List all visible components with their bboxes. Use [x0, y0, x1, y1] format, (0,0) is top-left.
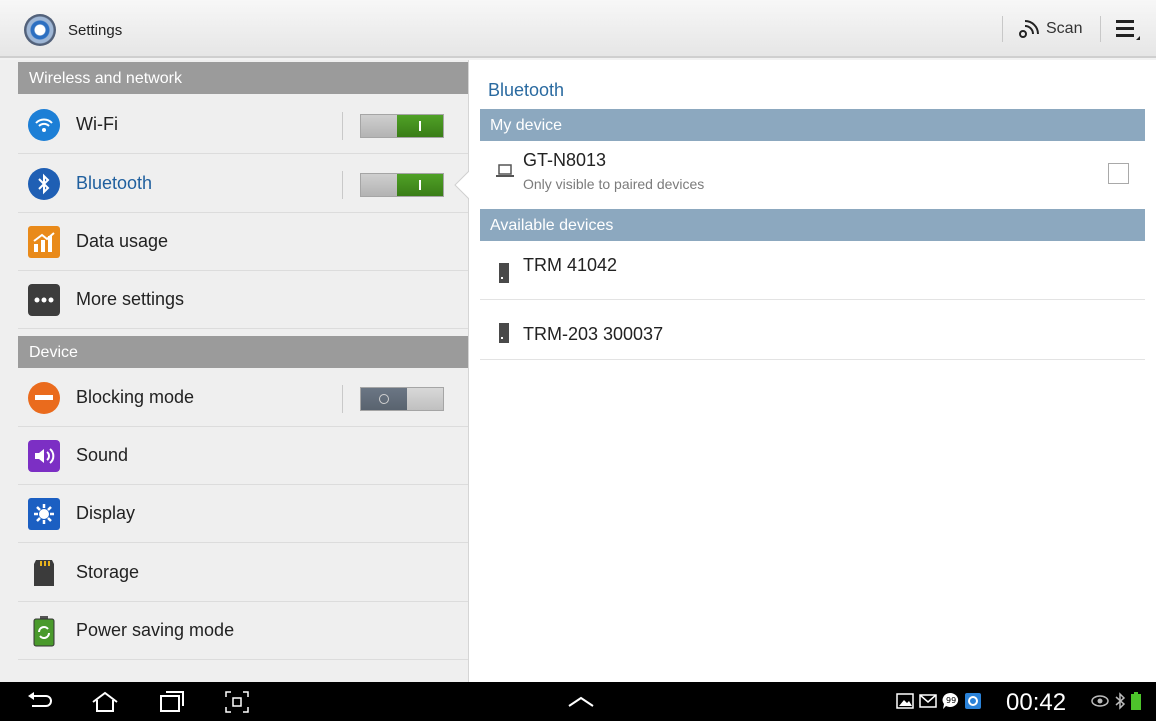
- panel-title: Bluetooth: [488, 80, 565, 100]
- power-saving-icon: [28, 615, 60, 647]
- section-header-device: Device: [18, 336, 468, 368]
- list-item-sound[interactable]: Sound: [18, 427, 468, 485]
- status-clock: 00:42: [1006, 689, 1067, 716]
- storage-icon: [28, 557, 60, 589]
- blocking-mode-toggle[interactable]: [360, 387, 444, 411]
- list-item-blocking-mode[interactable]: Blocking mode: [18, 369, 468, 427]
- action-divider: [1002, 16, 1003, 42]
- device-row-trm-41042[interactable]: TRM 41042: [480, 241, 1145, 300]
- action-divider: [1100, 16, 1101, 42]
- list-item-bluetooth[interactable]: Bluetooth: [18, 155, 468, 213]
- screen-capture-icon: [225, 691, 249, 713]
- device-icon: [499, 323, 509, 343]
- list-item-power-saving[interactable]: Power saving mode: [18, 602, 468, 660]
- app-notification-icon: [965, 693, 981, 709]
- screenshot-button[interactable]: [222, 688, 252, 716]
- list-item-label: Blocking mode: [76, 387, 195, 407]
- device-row-trm-203[interactable]: TRM-203 300037: [480, 300, 1145, 360]
- section-header-wireless: Wireless and network: [18, 62, 468, 94]
- back-button[interactable]: [24, 688, 54, 716]
- device-icon: [499, 263, 509, 283]
- list-item-wifi[interactable]: Wi-Fi: [18, 96, 468, 154]
- list-item-label: More settings: [76, 289, 185, 309]
- system-navigation-bar: 99 00:42: [0, 682, 1156, 721]
- back-icon: [28, 692, 52, 707]
- partial-row-icon: [28, 674, 60, 682]
- gmail-notification-icon: [919, 694, 937, 708]
- device-visibility-text: Only visible to paired devices: [523, 176, 705, 192]
- scan-button[interactable]: Scan: [1012, 12, 1098, 46]
- overflow-menu-button[interactable]: [1110, 12, 1146, 46]
- more-settings-icon: [28, 283, 60, 316]
- home-icon: [92, 691, 118, 712]
- row-divider: [342, 171, 343, 199]
- home-button[interactable]: [90, 688, 120, 716]
- device-name: TRM-203 300037: [523, 324, 664, 344]
- display-icon: [28, 497, 60, 530]
- list-item-label: Data usage: [76, 231, 169, 251]
- list-item-label: Storage: [76, 562, 140, 582]
- list-item-partial[interactable]: [18, 661, 468, 682]
- scan-icon: [1019, 20, 1039, 38]
- settings-list-panel: Wireless and network Wi-Fi Bluetooth Dat…: [0, 60, 469, 682]
- list-item-label: Display: [76, 503, 136, 523]
- scan-label: Scan: [1046, 20, 1083, 37]
- laptop-icon: [496, 164, 514, 177]
- list-item-label: Power saving mode: [76, 620, 235, 640]
- list-item-label: Sound: [76, 445, 129, 465]
- battery-icon: [1131, 692, 1141, 710]
- recent-apps-icon: [160, 691, 184, 712]
- device-name: GT-N8013: [523, 150, 607, 170]
- list-item-storage[interactable]: Storage: [18, 544, 468, 602]
- chevron-up-icon: [568, 696, 594, 707]
- settings-app-icon[interactable]: [24, 14, 56, 46]
- available-devices-header: Available devices: [480, 209, 1145, 241]
- wifi-icon: [28, 108, 60, 141]
- smart-stay-icon: [1091, 695, 1109, 707]
- sound-icon: [28, 439, 60, 472]
- my-device-row[interactable]: GT-N8013 Only visible to paired devices: [480, 142, 1145, 206]
- bluetooth-detail-panel: Bluetooth My device GT-N8013 Only visibl…: [469, 60, 1156, 682]
- row-divider: [342, 112, 343, 140]
- menu-icon: [1116, 20, 1140, 40]
- visibility-checkbox[interactable]: [1108, 163, 1129, 184]
- gallery-notification-icon: [896, 693, 914, 709]
- svg-text:99: 99: [946, 696, 956, 705]
- mini-apps-tray-button[interactable]: [566, 688, 596, 716]
- recent-apps-button[interactable]: [157, 688, 187, 716]
- blocking-mode-icon: [28, 381, 60, 414]
- app-title: Settings: [68, 22, 123, 39]
- list-item-label: Wi-Fi: [76, 114, 118, 134]
- selection-pointer: [454, 170, 470, 200]
- action-bar: Settings Scan: [0, 0, 1156, 58]
- list-item-more-settings[interactable]: More settings: [18, 271, 468, 329]
- bluetooth-toggle[interactable]: [360, 173, 444, 197]
- bluetooth-status-icon: [1115, 692, 1126, 710]
- list-item-display[interactable]: Display: [18, 485, 468, 543]
- list-item-data-usage[interactable]: Data usage: [18, 213, 468, 271]
- wifi-toggle[interactable]: [360, 114, 444, 138]
- data-usage-icon: [28, 225, 60, 258]
- my-device-header: My device: [480, 109, 1145, 141]
- chat-notification-icon: 99: [942, 692, 959, 709]
- device-name: TRM 41042: [523, 255, 618, 275]
- list-item-label: Bluetooth: [76, 173, 153, 193]
- row-divider: [342, 385, 343, 413]
- bluetooth-icon: [28, 167, 60, 200]
